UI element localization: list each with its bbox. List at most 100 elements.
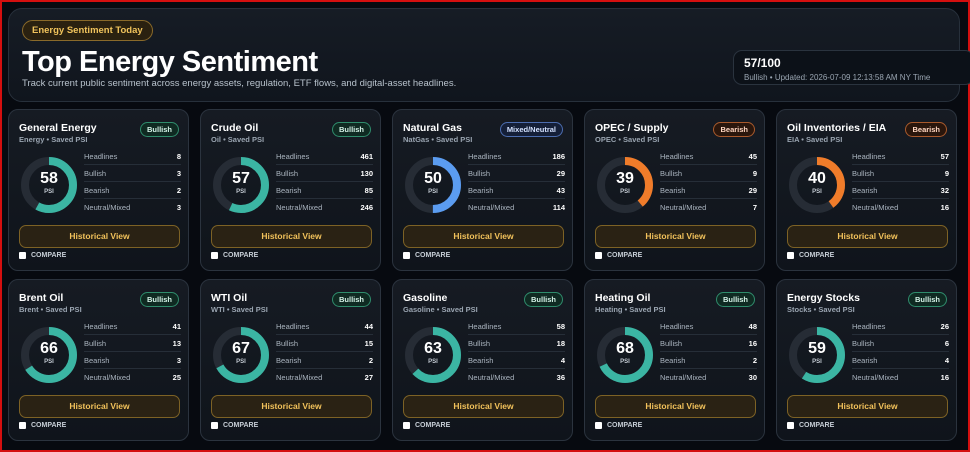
stat-label: Headlines — [84, 151, 118, 161]
psi-gauge: 50 PSI — [403, 155, 463, 215]
compare-checkbox[interactable] — [595, 252, 602, 259]
stat-label: Bullish — [276, 338, 299, 348]
compare-toggle[interactable]: COMPARE — [19, 422, 66, 429]
compare-toggle[interactable]: COMPARE — [787, 252, 834, 259]
historical-view-button[interactable]: Historical View — [19, 225, 180, 248]
stat-value: 29 — [748, 185, 757, 195]
historical-view-button[interactable]: Historical View — [211, 225, 372, 248]
stat-value: 48 — [748, 321, 757, 331]
card-title: WTI Oil — [211, 292, 248, 304]
stat-label: Headlines — [84, 321, 118, 331]
card-subtitle: Energy • Saved PSI — [19, 135, 88, 144]
stat-value: 30 — [748, 373, 757, 382]
historical-view-button[interactable]: Historical View — [787, 225, 948, 248]
stat-value: 3 — [176, 203, 181, 212]
sentiment-card-9: Heating Oil Heating • Saved PSI Bullish … — [584, 279, 765, 441]
stat-bullish: Bullish 9 — [852, 165, 949, 182]
stat-label: Bullish — [660, 168, 683, 178]
psi-gauge: 66 PSI — [19, 325, 79, 385]
compare-checkbox[interactable] — [403, 252, 410, 259]
sentiment-badge: Bullish — [523, 292, 563, 307]
stat-label: Neutral/Mixed — [276, 203, 323, 212]
stat-value: 57 — [940, 151, 949, 161]
historical-view-button[interactable]: Historical View — [595, 225, 756, 248]
psi-unit: PSI — [44, 359, 54, 365]
psi-value: 40 — [808, 170, 826, 187]
stat-label: Headlines — [852, 321, 886, 331]
compare-checkbox[interactable] — [595, 422, 602, 429]
historical-view-button[interactable]: Historical View — [595, 395, 756, 418]
card-title: Energy Stocks — [787, 292, 860, 304]
stat-value: 9 — [944, 168, 949, 178]
historical-view-button[interactable]: Historical View — [403, 395, 564, 418]
psi-unit: PSI — [428, 359, 438, 365]
stat-label: Bullish — [852, 338, 875, 348]
card-title: Heating Oil — [595, 292, 651, 304]
stat-neutral: Neutral/Mixed 246 — [276, 199, 373, 216]
historical-view-button[interactable]: Historical View — [19, 395, 180, 418]
stat-value: 130 — [360, 168, 373, 178]
sentiment-badge: Bearish — [713, 122, 755, 137]
card-title: Gasoline — [403, 292, 448, 304]
compare-toggle[interactable]: COMPARE — [787, 422, 834, 429]
psi-unit: PSI — [428, 189, 438, 195]
stat-label: Bullish — [84, 338, 107, 348]
stat-value: 41 — [172, 321, 181, 331]
compare-checkbox[interactable] — [403, 422, 410, 429]
compare-checkbox[interactable] — [211, 252, 218, 259]
compare-toggle[interactable]: COMPARE — [403, 252, 450, 259]
compare-toggle[interactable]: COMPARE — [19, 252, 66, 259]
compare-checkbox[interactable] — [19, 252, 26, 259]
historical-view-button[interactable]: Historical View — [787, 395, 948, 418]
compare-label: COMPARE — [607, 252, 643, 259]
card-title: Oil Inventories / EIA — [787, 122, 887, 134]
stat-label: Neutral/Mixed — [660, 203, 707, 212]
psi-gauge: 63 PSI — [403, 325, 463, 385]
stat-bullish: Bullish 29 — [468, 165, 565, 182]
stat-value: 44 — [364, 321, 373, 331]
stat-bearish: Bearish 2 — [660, 352, 757, 369]
psi-value: 39 — [616, 170, 634, 187]
psi-unit: PSI — [620, 189, 630, 195]
sentiment-badge: Bullish — [331, 122, 371, 137]
stats-list: Headlines 461 Bullish 130 Bearish 85 Neu… — [276, 148, 373, 216]
compare-checkbox[interactable] — [211, 422, 218, 429]
sentiment-card-3: Natural Gas NatGas • Saved PSI Mixed/Neu… — [392, 109, 573, 271]
card-subtitle: Brent • Saved PSI — [19, 305, 82, 314]
stat-value: 15 — [364, 338, 373, 348]
stat-value: 32 — [940, 185, 949, 195]
historical-view-button[interactable]: Historical View — [403, 225, 564, 248]
stat-bullish: Bullish 15 — [276, 335, 373, 352]
psi-value: 66 — [40, 340, 58, 357]
compare-toggle[interactable]: COMPARE — [403, 422, 450, 429]
psi-value: 50 — [424, 170, 442, 187]
stat-value: 7 — [752, 203, 757, 212]
stat-label: Bearish — [660, 355, 686, 365]
compare-checkbox[interactable] — [787, 422, 794, 429]
stat-neutral: Neutral/Mixed 7 — [660, 199, 757, 216]
stat-headlines: Headlines 45 — [660, 148, 757, 165]
stat-label: Neutral/Mixed — [468, 373, 515, 382]
psi-gauge: 57 PSI — [211, 155, 271, 215]
stat-label: Headlines — [276, 321, 310, 331]
psi-gauge: 68 PSI — [595, 325, 655, 385]
compare-toggle[interactable]: COMPARE — [595, 422, 642, 429]
compare-label: COMPARE — [415, 422, 451, 429]
compare-label: COMPARE — [799, 422, 835, 429]
stat-label: Headlines — [468, 151, 502, 161]
card-title: Crude Oil — [211, 122, 259, 134]
stat-headlines: Headlines 8 — [84, 148, 181, 165]
stat-value: 36 — [556, 373, 565, 382]
compare-checkbox[interactable] — [787, 252, 794, 259]
compare-checkbox[interactable] — [19, 422, 26, 429]
psi-value: 63 — [424, 340, 442, 357]
sentiment-badge: Bullish — [331, 292, 371, 307]
historical-view-button[interactable]: Historical View — [211, 395, 372, 418]
stat-label: Neutral/Mixed — [852, 373, 899, 382]
card-title: Natural Gas — [403, 122, 462, 134]
stat-value: 6 — [944, 338, 949, 348]
compare-toggle[interactable]: COMPARE — [211, 252, 258, 259]
stat-value: 18 — [556, 338, 565, 348]
compare-toggle[interactable]: COMPARE — [211, 422, 258, 429]
compare-toggle[interactable]: COMPARE — [595, 252, 642, 259]
